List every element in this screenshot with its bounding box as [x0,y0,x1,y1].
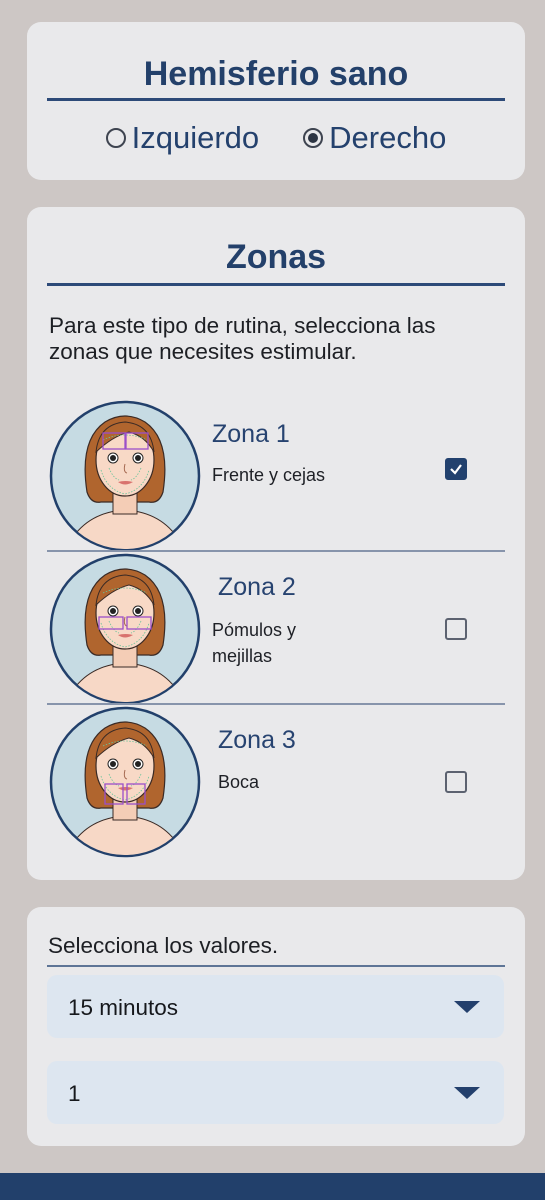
count-select[interactable]: 1 [47,1061,504,1124]
radio-derecho[interactable]: Derecho [303,120,446,156]
radio-izquierdo[interactable]: Izquierdo [105,120,260,156]
zones-card: Zonas Para este tipo de rutina, seleccio… [27,207,525,880]
values-divider [47,965,505,967]
zone-2-checkbox[interactable] [445,618,467,640]
zones-title: Zonas [225,238,327,276]
radio-derecho-label: Derecho [329,120,447,155]
zone-item-2[interactable]: Zona 2 Pómulos y mejillas [47,553,505,705]
face-illustration-zone-1 [49,400,201,552]
zones-divider [47,283,505,286]
zone-1-description: Frente y cejas [212,465,326,485]
zone-2-title: Zona 2 [218,573,296,601]
zone-3-checkbox[interactable] [445,771,467,793]
zone-3-title: Zona 3 [218,726,296,754]
hemisphere-radio-group: Izquierdo Derecho [27,120,525,156]
dropdown-arrow-icon[interactable] [454,1087,480,1099]
duration-select-value: 15 minutos [68,995,179,1020]
values-card: Selecciona los valores. 15 minutos 1 [27,907,525,1146]
hemisphere-card: Hemisferio sano Izquierdo Derecho [27,22,525,180]
face-illustration-zone-2 [49,553,201,705]
hemisphere-divider [47,98,505,101]
zone-1-checkbox[interactable] [445,458,467,480]
checkmark-icon [450,464,462,475]
face-illustration-zone-3 [49,706,201,858]
bottom-bar [0,1173,545,1200]
zone-1-title: Zona 1 [212,420,290,448]
duration-select[interactable]: 15 minutos [47,975,504,1038]
dropdown-arrow-icon[interactable] [454,1001,480,1013]
values-label: Selecciona los valores. [48,933,279,958]
zone-separator [47,550,505,552]
radio-izquierdo-label: Izquierdo [131,120,260,155]
count-select-value: 1 [68,1081,81,1106]
zone-item-3[interactable]: Zona 3 Boca [47,706,505,858]
zone-separator [47,703,505,705]
zones-intro-text: Para este tipo de rutina, selecciona las… [49,313,436,364]
radio-unchecked-icon[interactable] [105,128,126,148]
zone-2-description: Pómulos y mejillas [212,620,297,666]
radio-checked-icon[interactable] [303,128,324,148]
zone-item-1[interactable]: Zona 1 Frente y cejas [47,400,505,552]
hemisphere-title: Hemisferio sano [143,55,409,93]
zone-3-description: Boca [218,772,260,792]
